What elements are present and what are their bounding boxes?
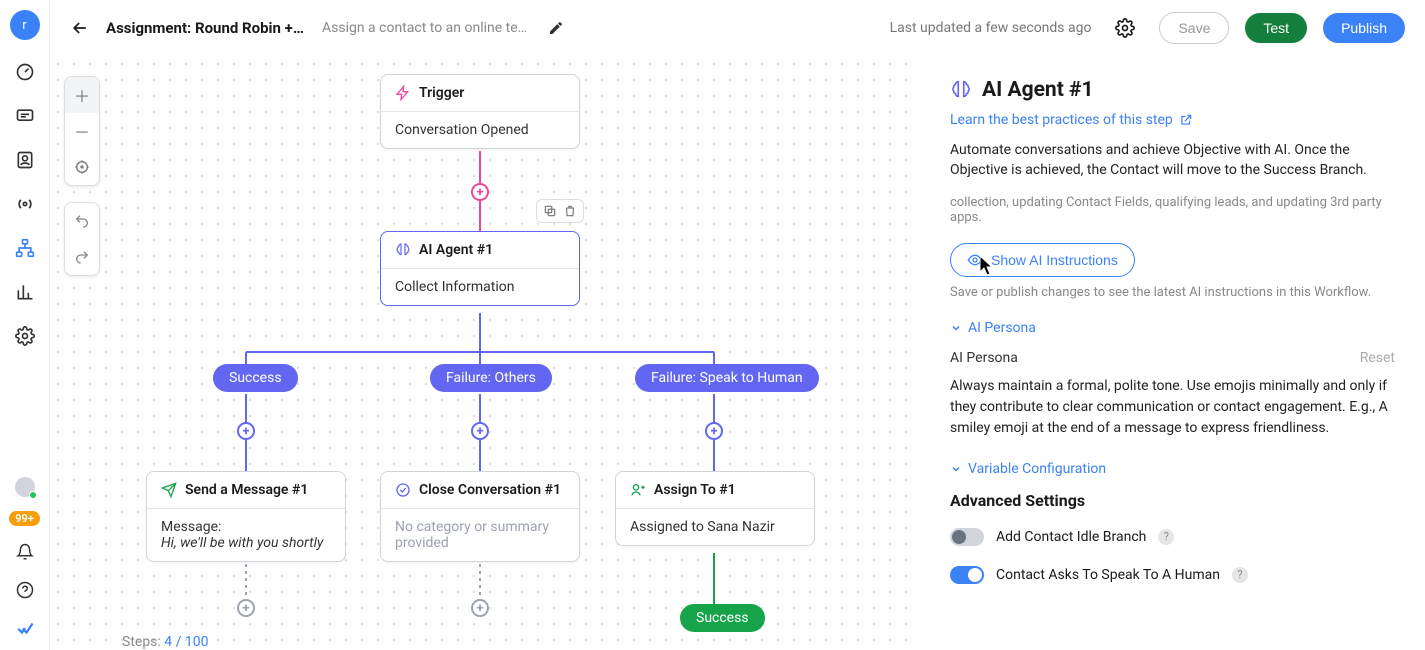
messages-icon[interactable] (13, 104, 37, 128)
assign-to-node-title: Assign To #1 (654, 482, 736, 498)
eye-icon (967, 252, 983, 268)
help-icon[interactable]: ? (1232, 567, 1248, 583)
assign-to-node[interactable]: Assign To #1 Assigned to Sana Nazir (615, 471, 815, 546)
success-end-chip[interactable]: Success (680, 604, 765, 632)
zoom-out-button[interactable]: － (65, 113, 99, 149)
help-icon[interactable] (13, 578, 37, 602)
help-icon[interactable]: ? (1158, 529, 1174, 545)
advanced-settings-heading: Advanced Settings (950, 491, 1395, 510)
zoom-in-button[interactable]: ＋ (65, 77, 99, 113)
add-step-button[interactable]: + (471, 599, 489, 617)
reset-link[interactable]: Reset (1360, 350, 1395, 366)
panel-title: AI Agent #1 (982, 78, 1094, 102)
ai-agent-node-body: Collect Information (381, 268, 579, 305)
add-idle-branch-label: Add Contact Idle Branch (996, 529, 1146, 545)
ai-agent-node-title: AI Agent #1 (419, 242, 493, 258)
edit-pencil-icon[interactable] (548, 20, 564, 36)
show-ai-instructions-button[interactable]: Show AI Instructions (950, 243, 1135, 277)
redo-button[interactable] (65, 239, 99, 275)
brain-icon (950, 79, 972, 101)
variable-config-section-toggle[interactable]: Variable Configuration (950, 461, 1395, 477)
failure-others-branch-chip[interactable]: Failure: Others (430, 364, 552, 392)
test-button[interactable]: Test (1245, 13, 1307, 43)
trigger-node[interactable]: Trigger Conversation Opened (380, 74, 580, 149)
publish-button[interactable]: Publish (1323, 13, 1405, 43)
speak-to-human-label: Contact Asks To Speak To A Human (996, 567, 1220, 583)
send-message-node-title: Send a Message #1 (185, 482, 308, 498)
broadcast-icon[interactable] (13, 192, 37, 216)
close-conversation-node-body: No category or summary provided (381, 508, 579, 561)
ai-persona-section-toggle[interactable]: AI Persona (950, 320, 1395, 336)
node-actions (536, 199, 584, 223)
add-idle-branch-toggle[interactable] (950, 528, 984, 546)
duplicate-icon[interactable] (543, 204, 557, 218)
success-branch-chip[interactable]: Success (213, 364, 298, 392)
user-avatar[interactable]: r (10, 10, 40, 40)
lightning-icon (395, 85, 411, 101)
panel-description: Automate conversations and achieve Objec… (950, 140, 1395, 181)
chevron-down-icon (950, 463, 962, 475)
undo-button[interactable] (65, 203, 99, 239)
add-step-button[interactable]: + (237, 599, 255, 617)
zoom-fit-button[interactable] (65, 149, 99, 185)
back-arrow-icon[interactable] (70, 18, 90, 38)
reports-icon[interactable] (13, 280, 37, 304)
trigger-node-body: Conversation Opened (381, 111, 579, 148)
workflow-title: Assignment: Round Robin + ... (106, 19, 306, 37)
delete-icon[interactable] (563, 204, 577, 218)
send-icon (161, 482, 177, 498)
add-step-button[interactable]: + (237, 422, 255, 440)
ai-persona-label: AI Persona (950, 350, 1018, 366)
rail-user-avatar[interactable] (15, 477, 35, 497)
checkmark-icon[interactable] (13, 616, 37, 640)
panel-sub-description: collection, updating Contact Fields, qua… (950, 195, 1395, 225)
settings-icon[interactable] (13, 324, 37, 348)
zoom-controls: ＋ － (64, 76, 100, 186)
last-updated-text: Last updated a few seconds ago (890, 20, 1092, 36)
workflow-canvas[interactable]: ＋ － Trigger Conversation Opened + AI Ag (50, 56, 920, 650)
close-chat-icon (395, 482, 411, 498)
send-message-node-body: Message: Hi, we'll be with you shortly (147, 508, 345, 561)
close-conversation-node[interactable]: Close Conversation #1 No category or sum… (380, 471, 580, 562)
contacts-icon[interactable] (13, 148, 37, 172)
brain-icon (395, 242, 411, 258)
assign-icon (630, 482, 646, 498)
add-step-button[interactable]: + (471, 183, 489, 201)
left-navigation-rail: r 99+ (0, 0, 50, 650)
right-panel: AI Agent #1 Learn the best practices of … (920, 56, 1425, 650)
notification-badge[interactable]: 99+ (9, 511, 40, 526)
dashboard-icon[interactable] (13, 60, 37, 84)
close-conversation-node-title: Close Conversation #1 (419, 482, 561, 498)
workflows-icon[interactable] (13, 236, 37, 260)
gear-icon[interactable] (1115, 18, 1135, 38)
top-header: Assignment: Round Robin + ... Assign a c… (50, 0, 1425, 56)
external-link-icon (1179, 113, 1193, 127)
add-step-button[interactable]: + (471, 422, 489, 440)
add-step-button[interactable]: + (705, 422, 723, 440)
speak-to-human-toggle[interactable] (950, 566, 984, 584)
save-button[interactable]: Save (1159, 12, 1229, 44)
chevron-down-icon (950, 322, 962, 334)
send-message-node[interactable]: Send a Message #1 Message: Hi, we'll be … (146, 471, 346, 562)
learn-best-practices-link[interactable]: Learn the best practices of this step (950, 112, 1193, 128)
steps-counter: Steps: 4 / 100 (122, 634, 208, 650)
ai-persona-text[interactable]: Always maintain a formal, polite tone. U… (950, 376, 1395, 439)
failure-human-branch-chip[interactable]: Failure: Speak to Human (635, 364, 819, 392)
notification-bell-icon[interactable] (13, 540, 37, 564)
ai-agent-node[interactable]: AI Agent #1 Collect Information (380, 231, 580, 306)
save-publish-note: Save or publish changes to see the lates… (950, 285, 1395, 300)
undo-redo-controls (64, 202, 100, 276)
trigger-node-title: Trigger (419, 85, 464, 101)
workflow-description[interactable]: Assign a contact to an online tea… (322, 20, 532, 36)
assign-to-node-body: Assigned to Sana Nazir (616, 508, 814, 545)
